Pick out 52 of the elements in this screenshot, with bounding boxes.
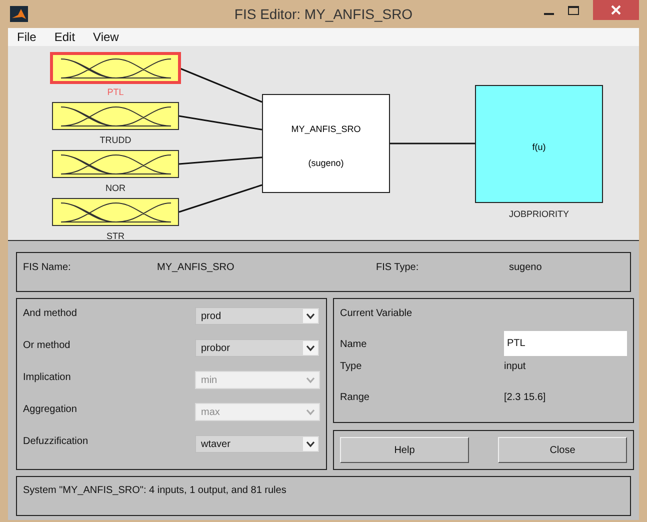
fis-type-value: sugeno (509, 261, 542, 275)
output-box[interactable]: f(u) (475, 85, 603, 203)
window-title: FIS Editor: MY_ANFIS_SRO (233, 4, 414, 24)
input-label: PTL (106, 86, 125, 99)
system-box[interactable]: MY_ANFIS_SRO (sugeno) (262, 94, 390, 193)
method-label: Defuzzification (23, 435, 90, 449)
input-label: TRUDD (98, 134, 132, 147)
maximize-icon[interactable] (568, 6, 579, 15)
panel-title: Current Variable (340, 307, 414, 321)
menu-item[interactable]: View (90, 28, 122, 46)
input-mf-box[interactable] (50, 52, 181, 84)
name-label: Name (340, 338, 368, 352)
menu-item[interactable]: Edit (51, 28, 78, 46)
method-label: Or method (23, 339, 72, 353)
type-value: input (504, 360, 526, 374)
close-icon (611, 5, 621, 15)
dialog-button[interactable]: Close (498, 437, 627, 463)
output-function: f(u) (532, 141, 546, 154)
system-name: MY_ANFIS_SRO (291, 123, 361, 136)
membership-curves-icon (61, 154, 171, 175)
fis-name-label: FIS Name: (23, 261, 72, 275)
minimize-icon[interactable] (544, 13, 554, 16)
input-label: NOR (104, 182, 126, 195)
dialog-button[interactable]: Help (340, 437, 469, 463)
status-text: System "MY_ANFIS_SRO": 4 inputs, 1 output, and 81 rules (23, 485, 286, 496)
chevron-down-icon (303, 341, 318, 355)
chevron-down-icon (303, 437, 318, 451)
range-label: Range (340, 391, 370, 405)
method-dropdown[interactable]: wtaver (195, 435, 320, 453)
method-dropdown[interactable]: prod (195, 307, 320, 325)
input-mf-box[interactable] (52, 150, 179, 178)
app-logo-icon (10, 6, 28, 22)
name-field[interactable]: PTL (504, 331, 627, 356)
output-label: JOBPRIORITY (508, 208, 570, 221)
type-label: Type (340, 360, 363, 374)
method-label: Implication (23, 371, 72, 385)
input-mf-box[interactable] (52, 102, 179, 130)
menu-item[interactable]: File (14, 28, 40, 46)
method-dropdown[interactable]: probor (195, 339, 320, 357)
method-label: Aggregation (23, 403, 78, 417)
range-value: [2.3 15.6] (504, 391, 546, 405)
input-mf-box[interactable] (52, 198, 179, 226)
close-window-button[interactable] (593, 0, 639, 20)
fis-name-value: MY_ANFIS_SRO (157, 261, 236, 275)
membership-curves-icon (61, 202, 171, 223)
membership-curves-icon (61, 58, 171, 79)
system-type: (sugeno) (308, 156, 344, 170)
input-label: STR (106, 230, 126, 240)
chevron-down-icon (303, 309, 318, 323)
membership-curves-icon (61, 106, 171, 127)
fis-type-label: FIS Type: (376, 261, 420, 275)
method-label: And method (23, 307, 78, 321)
